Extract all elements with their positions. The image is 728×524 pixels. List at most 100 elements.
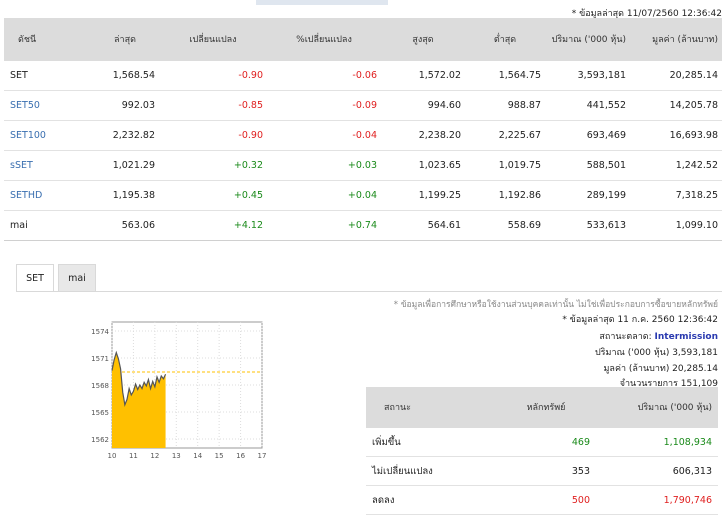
status-volume: 606,313 <box>596 456 718 486</box>
securities-count: 500 <box>496 485 596 515</box>
index-last: 1,021.29 <box>91 150 159 181</box>
index-last: 1,568.54 <box>91 61 159 91</box>
col-pct-change: %เปลี่ยนแปลง <box>267 18 381 61</box>
table-row: ไม่เปลี่ยนแปลง 353 606,313 <box>366 456 718 486</box>
index-value: 20,285.14 <box>630 61 722 91</box>
disclaimer: * ข้อมูลเพื่อการศึกษาหรือใช้งานส่วนบุคคล… <box>393 300 718 310</box>
col-last: ล่าสุด <box>91 18 159 61</box>
index-volume: 533,613 <box>545 210 630 241</box>
market-status: สถานะตลาด: Intermission <box>599 329 718 343</box>
x-tick-label: 13 <box>172 452 181 460</box>
index-low: 558.69 <box>465 210 545 241</box>
y-tick-label: 1571 <box>91 355 109 363</box>
table-row: mai 563.06 +4.12 +0.74 564.61 558.69 533… <box>4 210 722 241</box>
col-high: สูงสุด <box>381 18 465 61</box>
top-scroll-indicator <box>256 0 388 5</box>
index-volume: 441,552 <box>545 90 630 121</box>
y-tick-label: 1574 <box>91 328 109 336</box>
index-link-set50[interactable]: SET50 <box>4 90 91 121</box>
col-change: เปลี่ยนแปลง <box>159 18 267 61</box>
index-value: 1,242.52 <box>630 150 722 181</box>
col-status: สถานะ <box>366 387 496 428</box>
x-tick-label: 11 <box>129 452 138 460</box>
index-low: 2,225.67 <box>465 120 545 151</box>
index-name: SET <box>4 61 91 91</box>
index-table: ดัชนี ล่าสุด เปลี่ยนแปลง %เปลี่ยนแปลง สู… <box>4 18 722 241</box>
index-last: 2,232.82 <box>91 120 159 151</box>
index-volume: 289,199 <box>545 180 630 211</box>
index-low: 1,564.75 <box>465 61 545 91</box>
index-pct-change: -0.04 <box>267 120 381 151</box>
index-change: -0.90 <box>159 61 267 91</box>
col-low: ต่ำสุด <box>465 18 545 61</box>
index-last: 563.06 <box>91 210 159 241</box>
securities-count: 469 <box>496 428 596 457</box>
intraday-chart-svg: 1562 1565 1568 1571 1574 10 11 12 13 14 15 16 17 <box>91 321 267 460</box>
index-last: 992.03 <box>91 90 159 121</box>
table-row: SETHD 1,195.38 +0.45 +0.04 1,199.25 1,19… <box>4 180 722 211</box>
y-tick-label: 1565 <box>91 409 109 417</box>
col-summary-volume: ปริมาณ ('000 หุ้น) <box>596 387 718 428</box>
index-pct-change: +0.04 <box>267 180 381 211</box>
index-volume: 693,469 <box>545 120 630 151</box>
index-link-set100[interactable]: SET100 <box>4 120 91 151</box>
status-label: ไม่เปลี่ยนแปลง <box>366 456 496 486</box>
summary-header: สถานะ หลักทรัพย์ ปริมาณ ('000 หุ้น) <box>366 387 718 428</box>
index-low: 1,192.86 <box>465 180 545 211</box>
securities-count: 353 <box>496 456 596 486</box>
index-pct-change: +0.74 <box>267 210 381 241</box>
index-high: 1,572.02 <box>381 61 465 91</box>
index-name: mai <box>4 210 91 241</box>
index-change: +0.32 <box>159 150 267 181</box>
index-change: +4.12 <box>159 210 267 241</box>
index-high: 2,238.20 <box>381 120 465 151</box>
info-volume: ปริมาณ ('000 หุ้น) 3,593,181 <box>594 348 718 358</box>
status-volume: 1,108,934 <box>596 428 718 457</box>
col-index: ดัชนี <box>4 18 91 61</box>
index-low: 988.87 <box>465 90 545 121</box>
col-volume: ปริมาณ ('000 หุ้น) <box>545 18 630 61</box>
index-value: 16,693.98 <box>630 120 722 151</box>
index-pct-change: -0.09 <box>267 90 381 121</box>
x-tick-label: 10 <box>108 452 117 460</box>
index-volume: 3,593,181 <box>545 61 630 91</box>
info-updated: * ข้อมูลล่าสุด 11 ก.ค. 2560 12:36:42 <box>562 315 718 325</box>
tab-divider <box>16 291 722 292</box>
y-tick-label: 1568 <box>91 382 109 390</box>
table-row: SET50 992.03 -0.85 -0.09 994.60 988.87 4… <box>4 90 722 121</box>
col-securities: หลักทรัพย์ <box>496 387 596 428</box>
index-value: 7,318.25 <box>630 180 722 211</box>
tab-mai[interactable]: mai <box>58 264 96 292</box>
index-pct-change: +0.03 <box>267 150 381 181</box>
status-label: เพิ่มขึ้น <box>366 428 496 457</box>
x-tick-label: 14 <box>193 452 202 460</box>
index-table-header: ดัชนี ล่าสุด เปลี่ยนแปลง %เปลี่ยนแปลง สู… <box>4 18 722 61</box>
index-pct-change: -0.06 <box>267 61 381 91</box>
index-link-sethd[interactable]: SETHD <box>4 180 91 211</box>
index-volume: 588,501 <box>545 150 630 181</box>
status-volume: 1,790,746 <box>596 485 718 515</box>
table-row: sSET 1,021.29 +0.32 +0.03 1,023.65 1,019… <box>4 150 722 181</box>
info-value: มูลค่า (ล้านบาท) 20,285.14 <box>603 364 719 374</box>
x-tick-label: 16 <box>236 452 245 460</box>
col-value: มูลค่า (ล้านบาท) <box>630 18 722 61</box>
index-low: 1,019.75 <box>465 150 545 181</box>
index-value: 1,099.10 <box>630 210 722 241</box>
x-tick-label: 17 <box>258 452 267 460</box>
advance-decline-table: สถานะ หลักทรัพย์ ปริมาณ ('000 หุ้น) เพิ่… <box>366 387 718 515</box>
index-change: -0.90 <box>159 120 267 151</box>
index-high: 1,199.25 <box>381 180 465 211</box>
index-link-sset[interactable]: sSET <box>4 150 91 181</box>
index-value: 14,205.78 <box>630 90 722 121</box>
index-change: +0.45 <box>159 180 267 211</box>
table-row: SET100 2,232.82 -0.90 -0.04 2,238.20 2,2… <box>4 120 722 151</box>
market-status-label: สถานะตลาด: <box>599 332 652 342</box>
x-tick-label: 15 <box>215 452 224 460</box>
index-last: 1,195.38 <box>91 180 159 211</box>
tab-set[interactable]: SET <box>16 264 54 292</box>
table-row: SET 1,568.54 -0.90 -0.06 1,572.02 1,564.… <box>4 61 722 91</box>
x-tick-label: 12 <box>150 452 159 460</box>
table-row: ลดลง 500 1,790,746 <box>366 485 718 515</box>
market-status-value: Intermission <box>654 332 718 342</box>
index-change: -0.85 <box>159 90 267 121</box>
